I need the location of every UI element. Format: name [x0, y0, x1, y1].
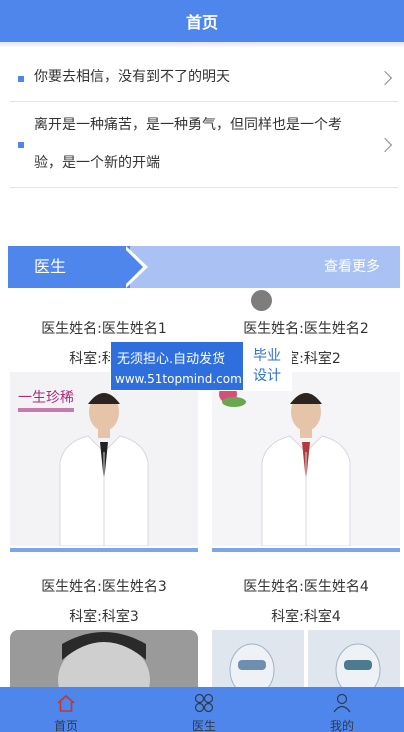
tab-label: 首页	[53, 719, 78, 732]
bullet-icon	[18, 76, 24, 82]
doctor-name: 医生姓名:医生姓名3	[41, 579, 167, 595]
doctor-illustration	[212, 630, 400, 687]
doctor-illustration	[212, 372, 400, 546]
doctor-card-4[interactable]: 医生姓名:医生姓名4 科室:科室4	[212, 570, 400, 687]
doctor-name: 医生姓名:医生姓名4	[243, 579, 369, 595]
grid-icon	[194, 693, 214, 713]
watermark-badge: 毕业 设计	[243, 342, 291, 390]
doctor-card-3[interactable]: 医生姓名:医生姓名3 科室:科室3	[10, 570, 198, 687]
watermark-badge-line1: 毕业	[253, 348, 281, 364]
doctor-photo	[10, 630, 198, 687]
tab-doctors[interactable]: 医生	[164, 687, 244, 732]
notice-text-line1: 离开是一种痛苦，是一种勇气，但同样也是一个考	[34, 117, 342, 133]
doctor-photo: 一生珍稀	[10, 372, 198, 546]
tab-home[interactable]: 首页	[26, 687, 106, 732]
notice-text-line2: 验，是一个新的开端	[34, 155, 160, 171]
doctor-photo	[212, 630, 400, 687]
section-banner: 医生 查看更多	[8, 246, 400, 288]
tab-label: 我的	[329, 719, 354, 732]
section-title: 医生	[34, 257, 67, 276]
watermark-badge-line2: 设计	[253, 368, 281, 384]
page-title: 首页	[185, 13, 218, 32]
watermark-ad: 无须担心.自动发货 www.51topmind.com 毕业 设计	[110, 341, 292, 391]
bottom-tabbar: 首页 医生 我的	[0, 687, 404, 732]
notice-text: 你要去相信，没有到不了的明天	[34, 69, 230, 85]
doctor-photo	[212, 372, 400, 546]
card-underline	[10, 548, 198, 552]
home-icon	[57, 694, 75, 712]
bullet-icon	[18, 142, 24, 148]
watermark-url: www.51topmind.com	[115, 372, 242, 386]
banner-arrow	[122, 246, 143, 288]
watermark-line1: 无须担心.自动发货	[117, 352, 226, 367]
card-underline	[212, 548, 400, 552]
brand-logo: 一生珍稀	[18, 390, 74, 406]
tab-mine[interactable]: 我的	[302, 687, 382, 732]
floating-dot[interactable]	[251, 290, 272, 311]
page-header: 首页	[0, 0, 404, 42]
chevron-right-icon	[377, 137, 393, 153]
banner-left	[8, 246, 130, 288]
user-icon	[333, 693, 351, 713]
tab-label: 医生	[191, 719, 216, 732]
doctor-name: 医生姓名:医生姓名2	[243, 321, 369, 337]
doctor-name: 医生姓名:医生姓名1	[41, 321, 167, 337]
doctor-illustration	[10, 630, 198, 687]
notice-item-2[interactable]: 离开是一种痛苦，是一种勇气，但同样也是一个考 验，是一个新的开端	[10, 104, 398, 188]
header-shadow	[0, 42, 404, 48]
doctor-illustration: 一生珍稀	[10, 372, 198, 546]
doctor-dept: 科室:科室3	[69, 609, 139, 625]
doctor-dept: 科室:科室4	[271, 609, 341, 625]
notice-item-1[interactable]: 你要去相信，没有到不了的明天	[10, 56, 398, 102]
chevron-right-icon	[377, 70, 393, 86]
view-more-link[interactable]: 查看更多	[324, 246, 380, 288]
